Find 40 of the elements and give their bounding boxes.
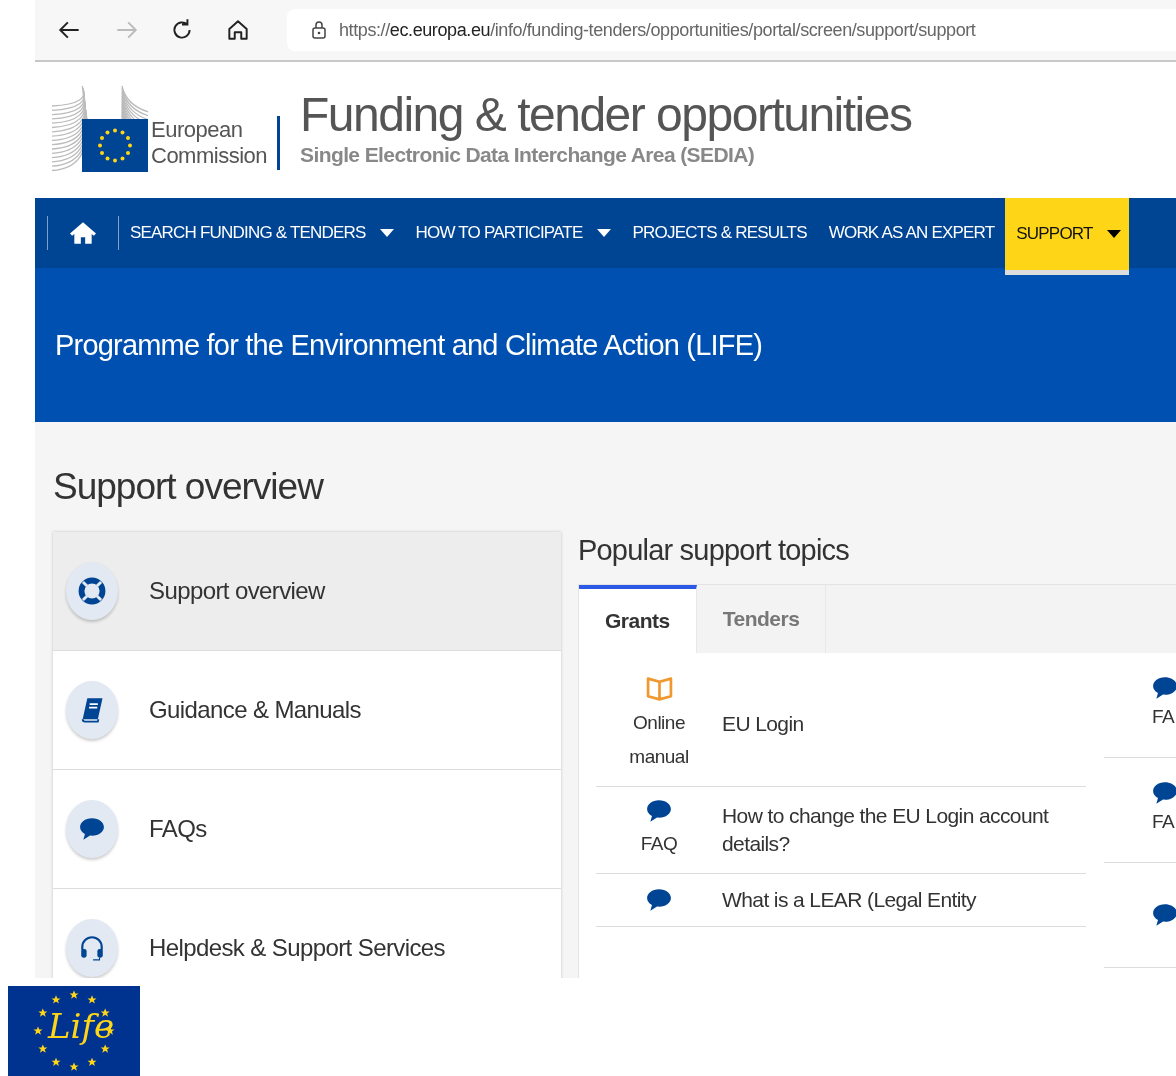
logo-text: European — [151, 117, 244, 143]
url-text: https://ec.europa.eu/info/funding-tenders/opportunities/portal/screen/support/support — [339, 19, 976, 41]
nav-menu-item[interactable]: PROJECTS & RESULTS — [621, 198, 818, 268]
speech-bubble-icon — [1152, 781, 1176, 805]
nav-menu-item[interactable]: HOW TO PARTICIPATE — [404, 198, 622, 268]
section-title: Popular support topics — [578, 533, 850, 568]
nav-menu-item[interactable]: SUPPORT — [1005, 198, 1129, 275]
logo-text: Commission — [151, 143, 268, 169]
lifebuoy-icon — [78, 577, 106, 605]
sidebar-item[interactable]: FAQs — [53, 770, 561, 889]
headset-icon — [78, 934, 106, 962]
speech-bubble-icon — [1152, 903, 1176, 927]
home-icon[interactable] — [70, 221, 96, 245]
tab[interactable]: Grants — [579, 585, 697, 653]
speech-bubble-icon — [79, 817, 105, 841]
caret-icon — [596, 229, 611, 237]
sidebar-item[interactable]: Guidance & Manuals — [53, 651, 561, 770]
topic-link[interactable]: What is a LEAR (Legal Entity — [722, 886, 976, 914]
home-icon[interactable] — [225, 17, 251, 43]
nav-menu-item[interactable]: WORK AS AN EXPERT — [817, 198, 1006, 268]
topic-type: FAQ — [639, 832, 679, 856]
topic-link[interactable]: EU Login — [722, 709, 804, 738]
sidebar-item[interactable]: Support overview — [53, 532, 561, 651]
topic-type: FA — [1152, 810, 1175, 834]
topic-type: FA — [1152, 705, 1175, 729]
site-subtitle: Single Electronic Data Interchange Area (SEDIA) — [300, 143, 756, 167]
caret-icon — [379, 229, 394, 237]
topic-link[interactable]: How to change the EU Login account details? — [722, 802, 1086, 858]
speech-bubble-icon — [646, 888, 672, 912]
life-logo: Life — [8, 986, 140, 1076]
banner-title: Programme for the Environment and Climate Action (LIFE) — [55, 328, 763, 362]
caret-icon — [1106, 230, 1121, 238]
nav-menu-item[interactable]: SEARCH FUNDING & TENDERS — [119, 198, 405, 268]
address-bar[interactable]: https://ec.europa.eu/info/funding-tenders/opportunities/portal/screen/support/support — [287, 9, 1176, 51]
topic-type: Online manual — [628, 710, 690, 769]
site-title: Funding & tender opportunities — [300, 87, 912, 143]
page-title: Support overview — [53, 466, 325, 508]
lock-icon — [311, 20, 327, 40]
speech-bubble-icon — [1152, 676, 1176, 700]
speech-bubble-icon — [646, 799, 672, 823]
